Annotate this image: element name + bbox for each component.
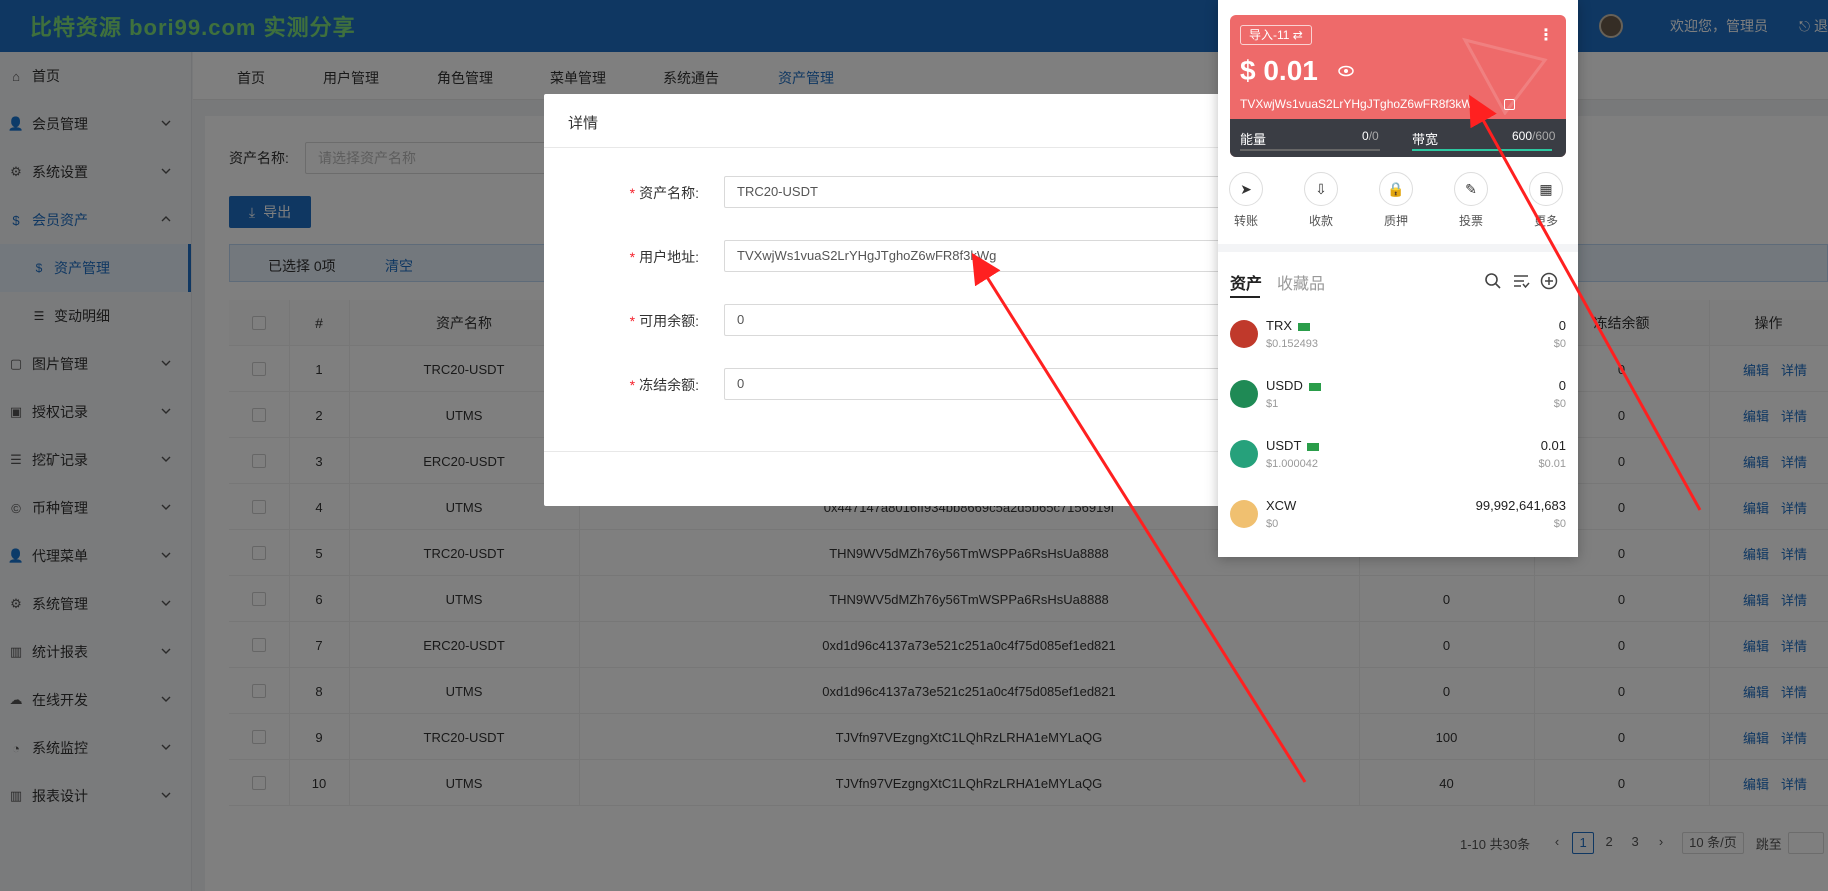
wallet-asset-row[interactable]: USDT $1.000042 0.01 $0.01 [1230,432,1566,480]
asset-amount: 0.01 [1540,438,1566,453]
required-marker: * [629,185,636,201]
required-marker: * [629,313,636,329]
dialog-field-label-text: 资产名称: [639,185,699,201]
wallet-action-receive[interactable]: ⇩ 收款 [1291,172,1351,229]
bandwidth-value: 600/600 [1512,129,1556,143]
asset-price: $1 [1266,398,1279,410]
tab-assets-underline [1230,296,1260,298]
tab-collectibles[interactable]: 收藏品 [1277,270,1325,294]
detail-dialog: 详情 * 资产名称: TRC20-USDT * 用户地址: TVXwjWs1vuaS2Lr… [544,94,1264,506]
dialog-field-input[interactable]: 0 [724,304,1264,336]
dialog-field-input[interactable]: TVXwjWs1vuaS2LrYHgJTghoZ6wFR8f3kWg [724,240,1264,272]
energy-bar [1240,149,1380,151]
send-icon: ➤ [1229,172,1263,206]
add-circle-icon[interactable] [1540,272,1558,290]
dialog-field-row: * 资产名称: TRC20-USDT [544,176,1264,208]
energy-label: 能量 [1240,132,1267,147]
wallet-address: TVXwjWs1vuaS2LrYHgJTghoZ6wFR8f3kWg [1240,97,1480,111]
dialog-field-row: * 可用余额: 0 [544,304,1264,336]
dialog-field-input[interactable]: TRC20-USDT [724,176,1264,208]
wallet-action-send[interactable]: ➤ 转账 [1216,172,1276,229]
asset-price: $0 [1266,518,1279,530]
dialog-field-row: * 冻结余额: 0 [544,368,1264,400]
usdt-icon [1230,440,1258,468]
asset-value: $0 [1553,398,1566,410]
lock-icon: 🔒 [1379,172,1413,206]
dialog-field-label-text: 冻结余额: [639,377,699,393]
flag-icon [1308,382,1321,391]
dialog-field-label-text: 用户地址: [639,249,699,265]
asset-value: $0 [1553,518,1566,530]
wallet-asset-row[interactable]: TRX $0.152493 0 $0 [1230,312,1566,360]
tab-assets[interactable]: 资产 [1230,270,1262,294]
dialog-field-label: * 用户地址: [630,247,699,267]
asset-value: $0 [1553,338,1566,350]
search-icon[interactable] [1484,272,1502,290]
vote-icon: ✎ [1454,172,1488,206]
dialog-field-input[interactable]: 0 [724,368,1264,400]
asset-name: TRX [1266,318,1310,333]
trx-icon [1230,320,1258,348]
dialog-field-label: * 冻结余额: [630,375,699,395]
required-marker: * [629,377,636,393]
xcw-icon [1230,500,1258,528]
filter-icon[interactable] [1512,272,1530,290]
asset-name: USDD [1266,378,1321,393]
wallet-action-grid[interactable]: ▦ 更多 [1516,172,1576,229]
required-marker: * [629,249,636,265]
wallet-action-lock[interactable]: 🔒 质押 [1366,172,1426,229]
dialog-field-label-text: 可用余额: [639,313,699,329]
dialog-field-label: * 资产名称: [630,183,699,203]
energy-value: 0/0 [1362,129,1379,143]
wallet-action-label: 投票 [1458,214,1483,228]
wallet-balance-card: 导入-11 ⇄ ⋮ $ 0.01 TVXwjWs1vuaS2LrYHgJTgho… [1230,15,1566,157]
tron-watermark-icon [1462,37,1548,115]
wallet-action-label: 质押 [1383,214,1408,228]
asset-name: XCW [1266,498,1297,513]
asset-amount: 99,992,641,683 [1475,498,1566,513]
usdd-icon [1230,380,1258,408]
asset-amount: 0 [1558,318,1566,333]
wallet-asset-row[interactable]: XCW $0 99,992,641,683 $0 [1230,492,1566,540]
wallet-actions: ➤ 转账 ⇩ 收款 🔒 质押 ✎ 投票 ▦ 更多 [1218,172,1578,232]
wallet-asset-row[interactable]: USDD $1 0 $0 [1230,372,1566,420]
bandwidth-bar-fill [1412,149,1552,151]
asset-price: $0.152493 [1266,338,1318,350]
asset-value: $0.01 [1538,458,1566,470]
asset-price: $1.000042 [1266,458,1318,470]
wallet-tabs: 资产 收藏品 [1230,270,1566,298]
wallet-action-label: 更多 [1533,214,1558,228]
wallet-popup: 导入-11 ⇄ ⋮ $ 0.01 TVXwjWs1vuaS2LrYHgJTgho… [1218,0,1578,557]
flag-icon [1307,442,1320,451]
dialog-footer-divider [544,451,1264,452]
wallet-divider [1218,244,1578,252]
dialog-field-row: * 用户地址: TVXwjWs1vuaS2LrYHgJTghoZ6wFR8f3kWg [544,240,1264,272]
dialog-title: 详情 [544,94,1264,148]
wallet-action-vote[interactable]: ✎ 投票 [1441,172,1501,229]
wallet-account-tag[interactable]: 导入-11 ⇄ [1240,25,1312,45]
flag-icon [1298,322,1310,331]
eye-icon[interactable] [1338,65,1354,77]
wallet-balance: $ 0.01 [1240,55,1318,86]
bandwidth-label: 带宽 [1412,132,1439,147]
receive-icon: ⇩ [1304,172,1338,206]
asset-name: USDT [1266,438,1320,453]
wallet-action-label: 转账 [1233,214,1258,228]
wallet-resources: 能量 0/0 带宽 600/600 [1230,119,1566,157]
dialog-field-label: * 可用余额: [630,311,699,331]
grid-icon: ▦ [1529,172,1563,206]
asset-amount: 0 [1558,378,1566,393]
wallet-action-label: 收款 [1308,214,1333,228]
